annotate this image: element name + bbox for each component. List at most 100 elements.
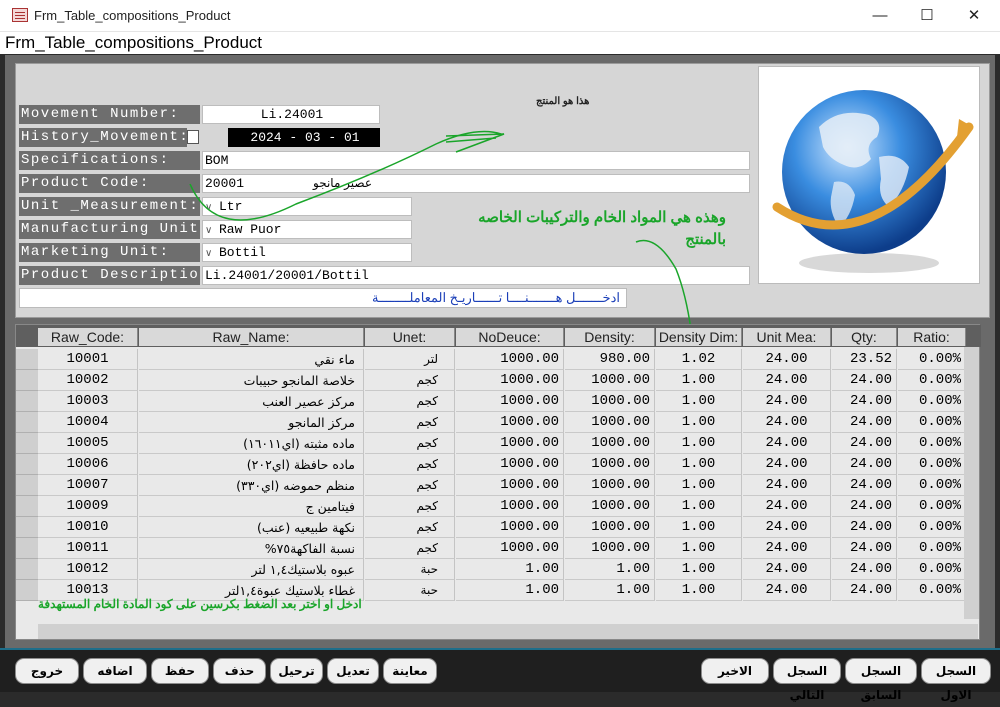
cell-raw-name[interactable]: خلاصة المانجو حبيبات (139, 370, 364, 391)
preview-button[interactable]: معاينة (383, 658, 437, 684)
cell-density-dim[interactable]: 1.00 (656, 517, 742, 538)
cell-density[interactable]: 1000.00 (565, 454, 655, 475)
cell-density[interactable]: 980.00 (565, 349, 655, 370)
cell-density[interactable]: 1000.00 (565, 370, 655, 391)
close-button[interactable]: ✕ (950, 0, 998, 32)
cell-density[interactable]: 1000.00 (565, 517, 655, 538)
cell-qty[interactable]: 24.00 (832, 370, 897, 391)
cell-ratio[interactable]: 0.00% (898, 559, 966, 580)
post-button[interactable]: ترحيل (270, 658, 323, 684)
cell-unit-mea[interactable]: 24.00 (743, 559, 831, 580)
cell-raw-name[interactable]: فيتامين ج (139, 496, 364, 517)
cell-qty[interactable]: 24.00 (832, 517, 897, 538)
table-row[interactable]: 10002 خلاصة المانجو حبيبات كجم 1000.00 1000.… (16, 370, 979, 391)
delete-button[interactable]: حذف (213, 658, 266, 684)
table-row[interactable]: 10001 ماء نقي لتر 1000.00 980.00 1.02 24.00 23.… (16, 349, 979, 370)
cell-nodeuce[interactable]: 1000.00 (456, 433, 564, 454)
cell-unit-mea[interactable]: 24.00 (743, 391, 831, 412)
cell-qty[interactable]: 24.00 (832, 391, 897, 412)
cell-nodeuce[interactable]: 1000.00 (456, 370, 564, 391)
cell-unet[interactable]: كجم (365, 391, 455, 412)
cell-qty[interactable]: 24.00 (832, 454, 897, 475)
cell-qty[interactable]: 24.00 (832, 496, 897, 517)
cell-unit-mea[interactable]: 24.00 (743, 454, 831, 475)
cell-unet[interactable]: كجم (365, 517, 455, 538)
cell-ratio[interactable]: 0.00% (898, 412, 966, 433)
col-nodeuce[interactable]: NoDeuce: (456, 328, 564, 346)
cell-raw-name[interactable]: مركز عصير العنب (139, 391, 364, 412)
cell-unit-mea[interactable]: 24.00 (743, 433, 831, 454)
cell-nodeuce[interactable]: 1000.00 (456, 454, 564, 475)
previous-record-button[interactable]: السجل السابق (845, 658, 917, 702)
cell-ratio[interactable]: 0.00% (898, 454, 966, 475)
table-row[interactable]: 10007 منظم حموضه (اي٣٣٠) كجم 1000.00 1000.00… (16, 475, 979, 496)
cell-unet[interactable]: لتر (365, 349, 455, 370)
cell-raw-name[interactable]: نسبة الفاكهة٧٥% (139, 538, 364, 559)
cell-density-dim[interactable]: 1.00 (656, 433, 742, 454)
cell-ratio[interactable]: 0.00% (898, 517, 966, 538)
cell-raw-code[interactable]: 10005 (38, 433, 138, 454)
vertical-scrollbar[interactable] (964, 347, 979, 619)
cell-density-dim[interactable]: 1.00 (656, 475, 742, 496)
row-selector[interactable] (16, 496, 38, 517)
cell-nodeuce[interactable]: 1000.00 (456, 412, 564, 433)
row-selector[interactable] (16, 412, 38, 433)
cell-raw-code[interactable]: 10002 (38, 370, 138, 391)
cell-unit-mea[interactable]: 24.00 (743, 475, 831, 496)
next-record-button[interactable]: السجل التالي (773, 658, 841, 702)
horizontal-scrollbar[interactable] (38, 624, 978, 639)
cell-unit-mea[interactable]: 24.00 (743, 370, 831, 391)
table-row[interactable]: 10004 مركز المانجو كجم 1000.00 1000.00 1.00 24… (16, 412, 979, 433)
cell-unit-mea[interactable]: 24.00 (743, 349, 831, 370)
col-unet[interactable]: Unet: (365, 328, 455, 346)
cell-raw-name[interactable]: ماده مثبته (اي١٦٠١١) (139, 433, 364, 454)
cell-unet[interactable]: كجم (365, 538, 455, 559)
cell-nodeuce[interactable]: 1000.00 (456, 475, 564, 496)
cell-unit-mea[interactable]: 24.00 (743, 496, 831, 517)
cell-unet[interactable]: كجم (365, 433, 455, 454)
row-selector[interactable] (16, 517, 38, 538)
cell-unet[interactable]: كجم (365, 475, 455, 496)
col-unit-mea[interactable]: Unit Mea: (743, 328, 831, 346)
cell-nodeuce[interactable]: 1000.00 (456, 517, 564, 538)
cell-unet[interactable]: كجم (365, 496, 455, 517)
cell-ratio[interactable]: 0.00% (898, 370, 966, 391)
col-raw-name[interactable]: Raw_Name: (139, 328, 364, 346)
table-row[interactable]: 10003 مركز عصير العنب كجم 1000.00 1000.00 1.0… (16, 391, 979, 412)
cell-raw-code[interactable]: 10007 (38, 475, 138, 496)
minimize-button[interactable]: — (856, 0, 904, 32)
cell-ratio[interactable]: 0.00% (898, 475, 966, 496)
cell-unet[interactable]: كجم (365, 412, 455, 433)
edit-button[interactable]: تعديل (327, 658, 379, 684)
row-selector[interactable] (16, 559, 38, 580)
row-selector[interactable] (16, 454, 38, 475)
cell-density[interactable]: 1000.00 (565, 412, 655, 433)
cell-qty[interactable]: 23.52 (832, 349, 897, 370)
cell-density-dim[interactable]: 1.00 (656, 370, 742, 391)
cell-density[interactable]: 1.00 (565, 559, 655, 580)
cell-unet[interactable]: كجم (365, 370, 455, 391)
table-row[interactable]: 10012 عبوه بلاستيك١,٤ لتر حبة 1.00 1.00 1.00 2… (16, 559, 979, 580)
cell-density[interactable]: 1000.00 (565, 538, 655, 559)
row-selector[interactable] (16, 370, 38, 391)
cell-raw-name[interactable]: منظم حموضه (اي٣٣٠) (139, 475, 364, 496)
table-row[interactable]: 10006 ماده حافظة (اي٢٠٢) كجم 1000.00 1000.00… (16, 454, 979, 475)
cell-raw-name[interactable]: نكهة طبيعيه (عنب) (139, 517, 364, 538)
cell-raw-name[interactable]: ماء نقي (139, 349, 364, 370)
save-button[interactable]: حفظ (151, 658, 209, 684)
last-record-button[interactable]: الاخير (701, 658, 769, 684)
cell-raw-name[interactable]: مركز المانجو (139, 412, 364, 433)
row-selector[interactable] (16, 475, 38, 496)
cell-density-dim[interactable]: 1.00 (656, 496, 742, 517)
cell-density[interactable]: 1000.00 (565, 391, 655, 412)
col-ratio[interactable]: Ratio: (898, 328, 966, 346)
cell-qty[interactable]: 24.00 (832, 433, 897, 454)
col-density[interactable]: Density: (565, 328, 655, 346)
cell-raw-code[interactable]: 10012 (38, 559, 138, 580)
cell-ratio[interactable]: 0.00% (898, 496, 966, 517)
table-row[interactable]: 10010 نكهة طبيعيه (عنب) كجم 1000.00 1000.00 1… (16, 517, 979, 538)
cell-ratio[interactable]: 0.00% (898, 349, 966, 370)
row-selector[interactable] (16, 349, 38, 370)
cell-unit-mea[interactable]: 24.00 (743, 538, 831, 559)
cell-ratio[interactable]: 0.00% (898, 433, 966, 454)
